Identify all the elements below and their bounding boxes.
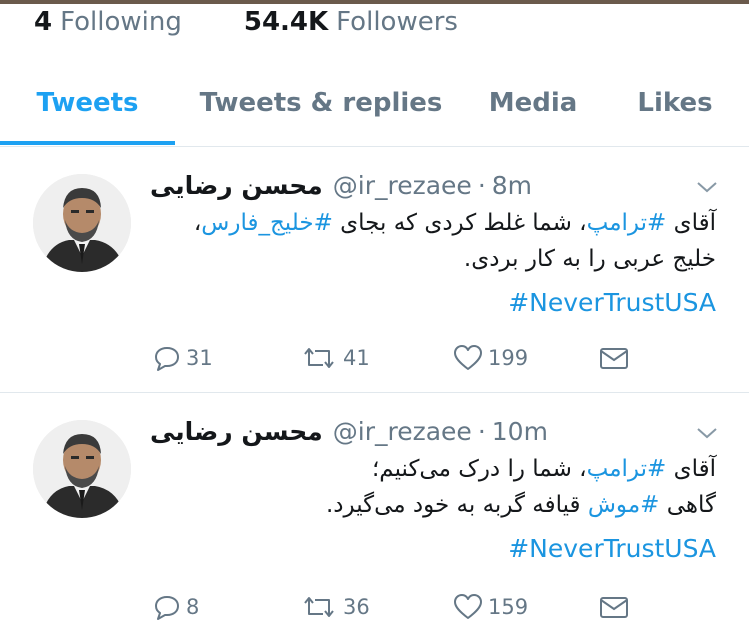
like-button[interactable]: 199 bbox=[452, 340, 528, 376]
tweet-actions: 8 36 159 bbox=[0, 589, 749, 625]
like-button[interactable]: 159 bbox=[452, 589, 528, 625]
chevron-down-icon[interactable] bbox=[694, 423, 720, 443]
envelope-icon bbox=[598, 592, 630, 622]
text-span: ، شما را درک می‌کنیم؛ bbox=[371, 456, 587, 482]
following-stat[interactable]: 4 Following bbox=[34, 7, 182, 37]
following-count: 4 bbox=[34, 7, 53, 37]
reply-icon bbox=[152, 343, 182, 373]
like-count: 159 bbox=[488, 595, 529, 619]
author-handle[interactable]: @ir_rezaee bbox=[333, 171, 472, 200]
reply-icon bbox=[152, 592, 182, 622]
avatar[interactable] bbox=[33, 420, 131, 518]
retweet-icon bbox=[299, 592, 339, 622]
retweet-button[interactable]: 36 bbox=[299, 589, 370, 625]
following-label: Following bbox=[60, 7, 182, 37]
retweet-icon bbox=[299, 343, 339, 373]
tweet[interactable]: محسن رضایی @ir_rezaee · 8m آقای #ترامپ، … bbox=[0, 147, 749, 392]
text-span: ، شما غلط کردی که بجای bbox=[332, 210, 587, 236]
tweet-header: محسن رضایی @ir_rezaee · 10m bbox=[150, 414, 548, 448]
hashtag-link[interactable]: #ترامپ bbox=[587, 210, 667, 236]
followers-label: Followers bbox=[336, 7, 458, 37]
tweet-text: آقای #ترامپ، شما غلط کردی که بجای #خلیج_… bbox=[156, 205, 716, 277]
tab-likes[interactable]: Likes bbox=[618, 74, 732, 144]
hashtag-link[interactable]: #موش bbox=[588, 492, 660, 518]
profile-tabs: Tweets Tweets & replies Media Likes bbox=[0, 74, 749, 146]
tab-media[interactable]: Media bbox=[472, 74, 594, 144]
hashtag-link[interactable]: #NeverTrustUSA bbox=[156, 531, 716, 567]
text-span: آقای bbox=[666, 210, 716, 236]
chevron-down-icon[interactable] bbox=[694, 177, 720, 197]
reply-button[interactable]: 8 bbox=[152, 589, 199, 625]
text-span: خلیج عربی را به کار بردی. bbox=[463, 246, 716, 272]
active-tab-indicator bbox=[0, 141, 175, 145]
followers-count: 54.4K bbox=[243, 7, 329, 37]
direct-message-button[interactable] bbox=[598, 589, 630, 625]
author-name[interactable]: محسن رضایی bbox=[150, 417, 323, 446]
text-span: قیافه گربه به خود می‌گیرد. bbox=[325, 492, 588, 518]
tweet-text: آقای #ترامپ، شما را درک می‌کنیم؛ گاهی #م… bbox=[156, 451, 716, 523]
profile-stats: 4 Following 54.4K Followers bbox=[34, 4, 458, 40]
author-name[interactable]: محسن رضایی bbox=[150, 171, 323, 200]
tweet-text-line: گاهی #موش قیافه گربه به خود می‌گیرد. bbox=[156, 487, 716, 523]
tweet[interactable]: محسن رضایی @ir_rezaee · 10m آقای #ترامپ،… bbox=[0, 393, 749, 644]
separator-dot: · bbox=[477, 170, 486, 200]
text-span: گاهی bbox=[659, 492, 716, 518]
tweet-time[interactable]: 10m bbox=[492, 417, 548, 446]
author-handle[interactable]: @ir_rezaee bbox=[333, 417, 472, 446]
direct-message-button[interactable] bbox=[598, 340, 630, 376]
tab-tweets[interactable]: Tweets bbox=[0, 74, 175, 144]
tweet-time[interactable]: 8m bbox=[492, 171, 532, 200]
followers-stat[interactable]: 54.4K Followers bbox=[244, 7, 458, 37]
heart-icon bbox=[452, 592, 484, 622]
tweet-text-line: خلیج عربی را به کار بردی. bbox=[156, 241, 716, 277]
separator-dot: · bbox=[477, 416, 486, 446]
envelope-icon bbox=[598, 343, 630, 373]
text-span: آقای bbox=[666, 456, 716, 482]
retweet-button[interactable]: 41 bbox=[299, 340, 370, 376]
avatar[interactable] bbox=[33, 174, 131, 272]
hashtag-link[interactable]: #ترامپ bbox=[587, 456, 667, 482]
hashtag-link[interactable]: #NeverTrustUSA bbox=[156, 285, 716, 321]
reply-count: 8 bbox=[186, 595, 200, 619]
reply-count: 31 bbox=[186, 346, 213, 370]
hashtag-link[interactable]: #خلیج_فارس bbox=[201, 210, 333, 236]
tweet-header: محسن رضایی @ir_rezaee · 8m bbox=[150, 168, 532, 202]
retweet-count: 36 bbox=[343, 595, 370, 619]
tab-tweets-and-replies[interactable]: Tweets & replies bbox=[190, 74, 452, 144]
tweet-text-line: آقای #ترامپ، شما را درک می‌کنیم؛ bbox=[156, 451, 716, 487]
reply-button[interactable]: 31 bbox=[152, 340, 213, 376]
tweet-actions: 31 41 199 bbox=[0, 340, 749, 376]
tweet-text-line: آقای #ترامپ، شما غلط کردی که بجای #خلیج_… bbox=[156, 205, 716, 241]
like-count: 199 bbox=[488, 346, 529, 370]
heart-icon bbox=[452, 343, 484, 373]
retweet-count: 41 bbox=[343, 346, 370, 370]
